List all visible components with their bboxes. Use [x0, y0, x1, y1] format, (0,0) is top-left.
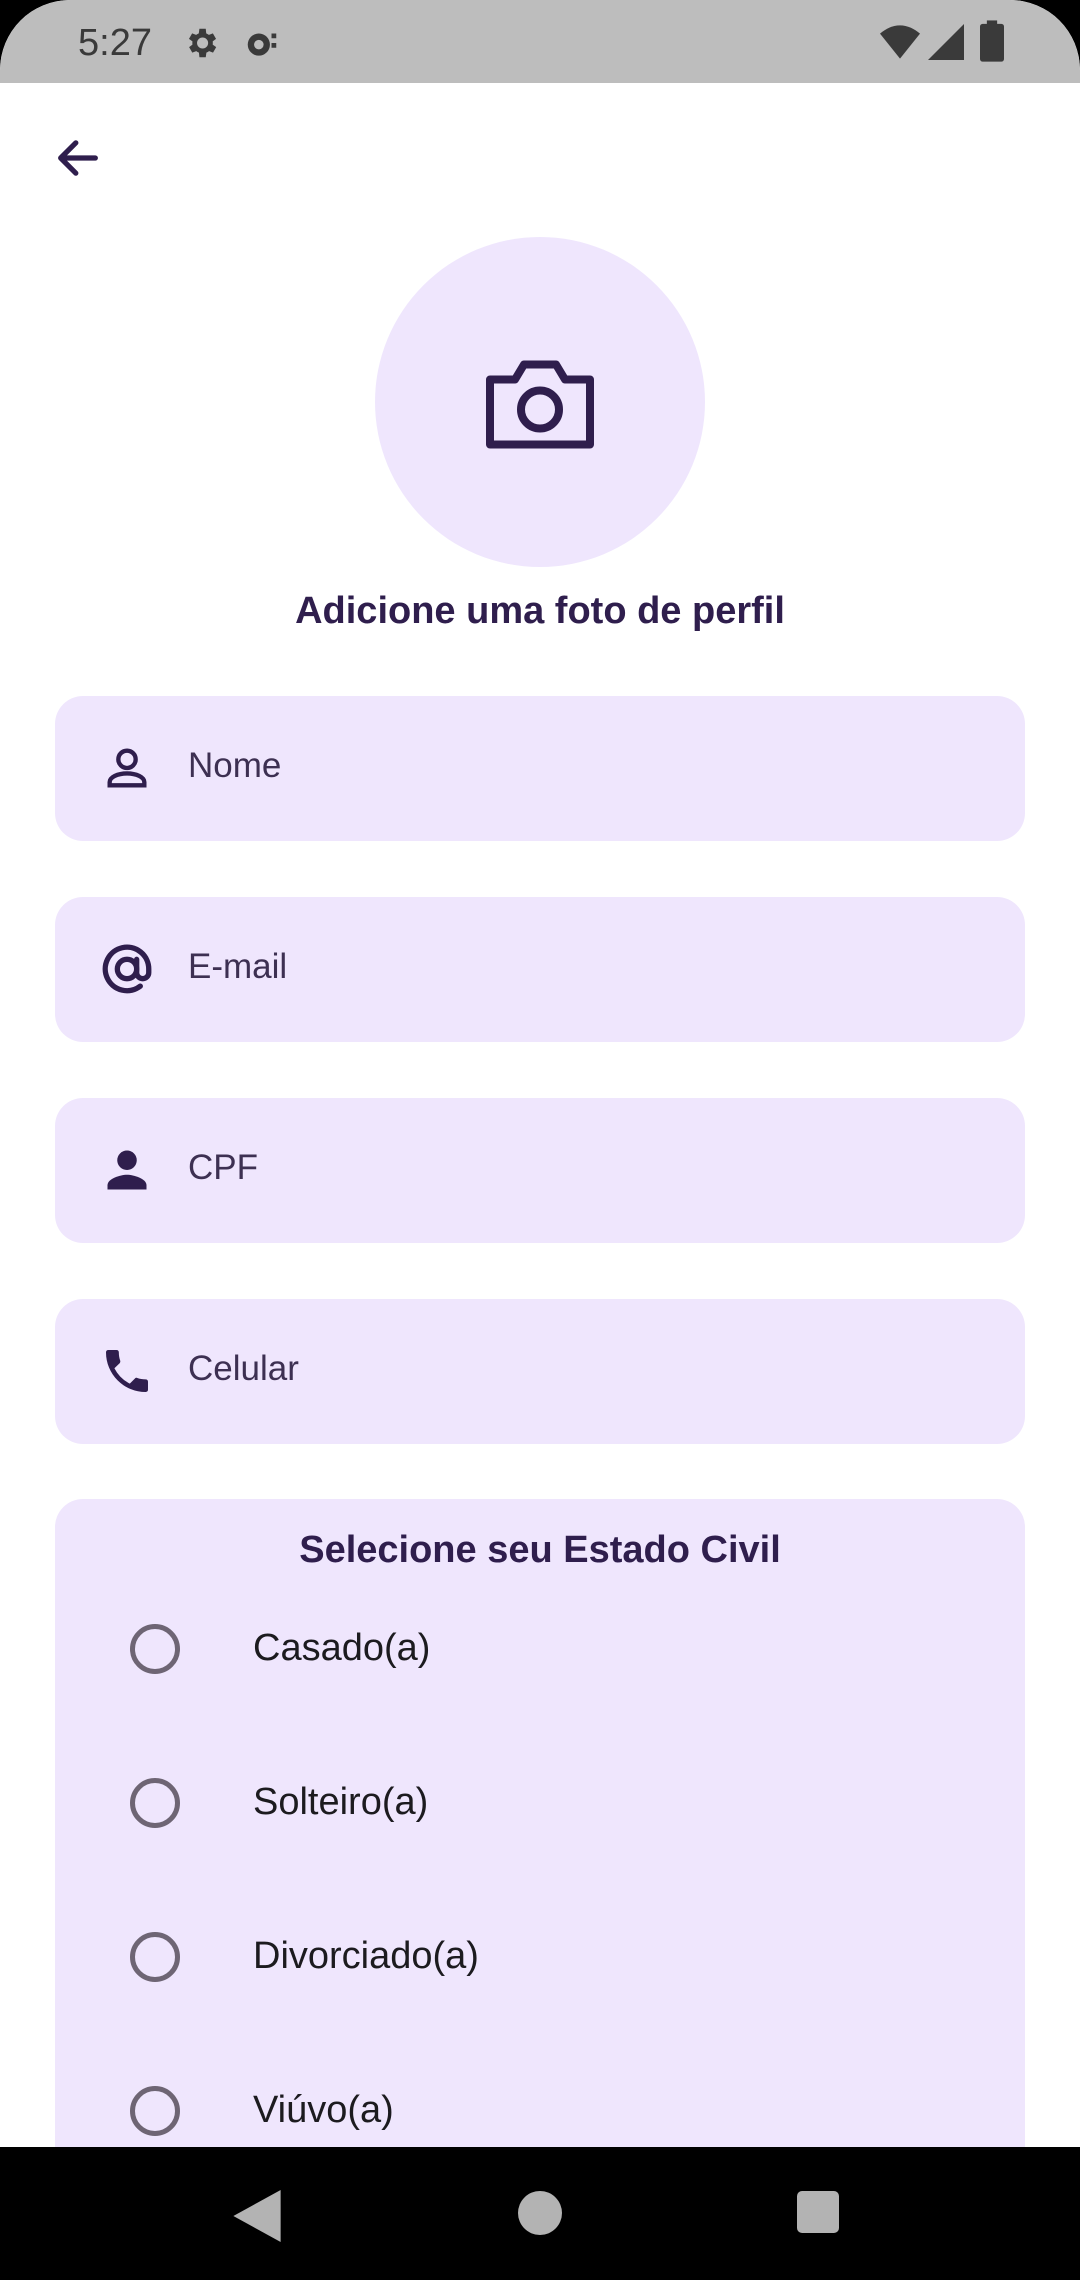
name-field[interactable]: Nome — [55, 696, 1025, 841]
radio-button[interactable] — [130, 1778, 180, 1828]
radio-option-solteiro[interactable]: Solteiro(a) — [55, 1743, 1025, 1863]
battery-icon — [980, 20, 1004, 62]
person-filled-icon — [97, 1140, 157, 1200]
radio-label: Divorciado(a) — [253, 1935, 479, 1977]
cpf-placeholder: CPF — [188, 1148, 258, 1187]
radio-option-divorciado[interactable]: Divorciado(a) — [55, 1897, 1025, 2017]
name-placeholder: Nome — [188, 746, 282, 785]
back-triangle-icon[interactable] — [232, 2190, 282, 2242]
at-sign-icon — [97, 939, 157, 999]
sync-icon — [247, 33, 277, 56]
recents-square-icon[interactable] — [797, 2191, 839, 2233]
system-nav-bar — [0, 2147, 1080, 2280]
radio-option-casado[interactable]: Casado(a) — [55, 1589, 1025, 1709]
cpf-field[interactable]: CPF — [55, 1098, 1025, 1243]
email-placeholder: E-mail — [188, 947, 288, 986]
gear-icon — [188, 28, 217, 58]
signal-icon — [928, 24, 964, 60]
radio-label: Viúvo(a) — [253, 2089, 394, 2131]
marital-status-title: Selecione seu Estado Civil — [299, 1529, 781, 1571]
home-circle-icon[interactable] — [518, 2191, 562, 2235]
status-bar: 5:27 — [0, 0, 1080, 83]
phone-icon — [97, 1341, 157, 1401]
arrow-left-icon — [58, 140, 98, 176]
phone-placeholder: Celular — [188, 1349, 299, 1388]
person-outline-icon — [97, 738, 157, 798]
status-time: 5:27 — [78, 22, 152, 64]
profile-photo-label: Adicione uma foto de perfil — [295, 590, 785, 632]
radio-button[interactable] — [130, 2086, 180, 2136]
radio-label: Solteiro(a) — [253, 1781, 429, 1823]
wifi-icon — [880, 25, 920, 59]
phone-field[interactable]: Celular — [55, 1299, 1025, 1444]
email-field[interactable]: E-mail — [55, 897, 1025, 1042]
radio-button[interactable] — [130, 1624, 180, 1674]
back-button[interactable] — [40, 120, 116, 196]
profile-photo-button[interactable] — [375, 237, 705, 567]
registration-screen: 5:27 Adicione uma foto de perfil Nome E-… — [0, 0, 1080, 2280]
camera-icon — [486, 360, 594, 449]
radio-button[interactable] — [130, 1932, 180, 1982]
marital-status-card: Selecione seu Estado Civil Casado(a) Sol… — [55, 1499, 1025, 2259]
radio-label: Casado(a) — [253, 1627, 431, 1669]
